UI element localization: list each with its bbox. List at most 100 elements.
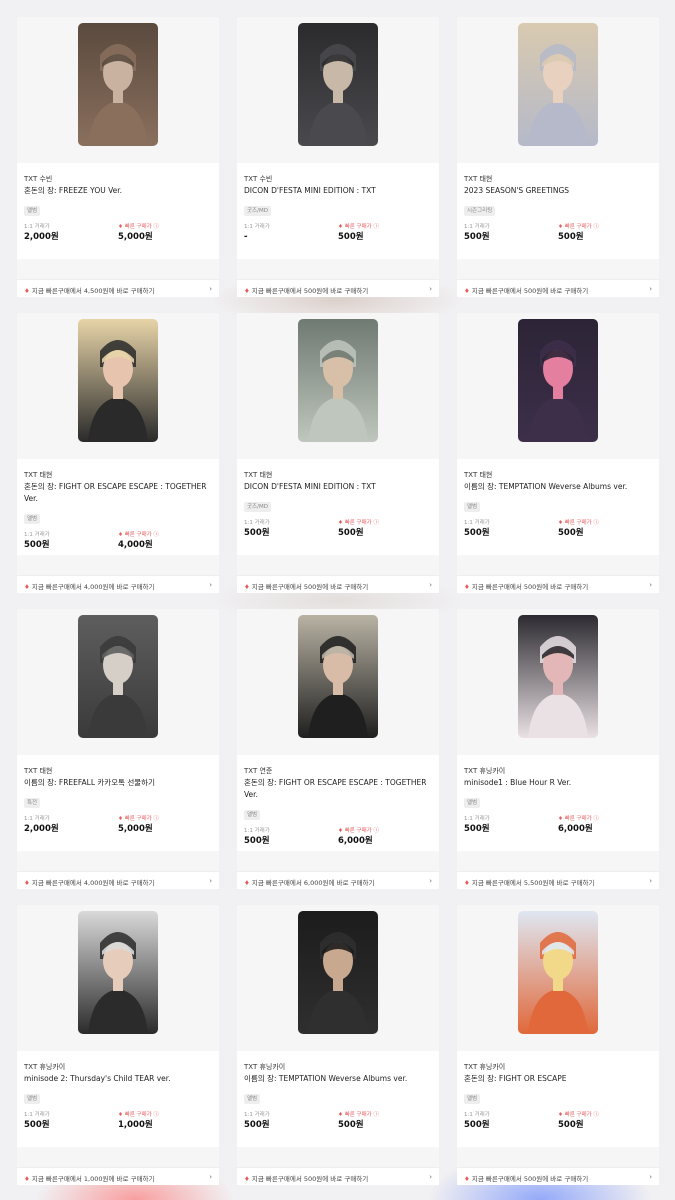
product-card[interactable]: TXT 휴닝카이 minisode1 : Blue Hour R Ver. 앨범… — [457, 609, 659, 889]
category-badge: 앨범 — [464, 1094, 481, 1104]
fire-icon: ♦ — [118, 1112, 123, 1118]
product-card[interactable]: TXT 수빈 혼돈의 장: FREEZE YOU Ver. 앨범 1:1 거래가… — [17, 17, 219, 297]
product-title[interactable]: 이름의 장: TEMPTATION Weverse Albums ver. — [244, 1073, 432, 1085]
product-card[interactable]: TXT 태현 이름의 장: TEMPTATION Weverse Albums … — [457, 313, 659, 593]
quick-buy-label-text: 빠른 구매가 — [344, 520, 372, 526]
quick-buy-banner-text: 지금 빠른구매에서 500원에 바로 구매하기 — [251, 1175, 369, 1183]
photocard-image[interactable] — [298, 319, 378, 442]
product-card[interactable]: TXT 태현 DICON D'FESTA MINI EDITION : TXT … — [237, 313, 439, 593]
quick-buy-banner[interactable]: ♦ 지금 빠른구매에서 4,000원에 바로 구매하기 › — [17, 575, 219, 593]
info-icon[interactable]: ⓘ — [154, 1112, 160, 1118]
quick-buy-banner[interactable]: ♦ 지금 빠른구매에서 500원에 바로 구매하기 › — [237, 279, 439, 297]
product-card[interactable]: TXT 연준 혼돈의 장: FIGHT OR ESCAPE ESCAPE : T… — [237, 609, 439, 889]
photocard-image[interactable] — [78, 23, 158, 146]
quick-buy-price: ♦ 빠른 구매가 ⓘ 6,000원 — [558, 815, 652, 836]
product-card[interactable]: TXT 휴닝카이 혼돈의 장: FIGHT OR ESCAPE 앨범 1:1 거… — [457, 905, 659, 1185]
info-icon[interactable]: ⓘ — [374, 828, 380, 834]
product-title[interactable]: 2023 SEASON'S GREETINGS — [464, 185, 652, 197]
price-row: 1:1 거래가 500원 ♦ 빠른 구매가 ⓘ 6,000원 — [464, 815, 652, 836]
product-image-area[interactable] — [237, 313, 439, 459]
product-info: TXT 휴닝카이 혼돈의 장: FIGHT OR ESCAPE 앨범 1:1 거… — [457, 1051, 659, 1147]
category-badge: 앨범 — [244, 1094, 261, 1104]
product-title[interactable]: minisode1 : Blue Hour R Ver. — [464, 777, 652, 789]
info-icon[interactable]: ⓘ — [374, 1112, 380, 1118]
product-image-area[interactable] — [457, 313, 659, 459]
direct-trade-price: 1:1 거래가 500원 — [464, 519, 558, 540]
product-title[interactable]: 혼돈의 장: FIGHT OR ESCAPE ESCAPE : TOGETHER… — [244, 777, 432, 801]
product-card[interactable]: TXT 휴닝카이 이름의 장: TEMPTATION Weverse Album… — [237, 905, 439, 1185]
quick-buy-label-text: 빠른 구매가 — [564, 1112, 592, 1118]
product-title[interactable]: 혼돈의 장: FIGHT OR ESCAPE ESCAPE : TOGETHER… — [24, 481, 212, 505]
category-badge: 시즌그리팅 — [464, 206, 496, 216]
quick-buy-banner[interactable]: ♦ 지금 빠른구매에서 500원에 바로 구매하기 › — [457, 1167, 659, 1185]
quick-buy-banner[interactable]: ♦ 지금 빠른구매에서 500원에 바로 구매하기 › — [457, 279, 659, 297]
info-icon[interactable]: ⓘ — [594, 520, 600, 526]
quick-buy-label: ♦ 빠른 구매가 ⓘ — [118, 815, 212, 823]
product-image-area[interactable] — [457, 609, 659, 755]
info-icon[interactable]: ⓘ — [154, 224, 160, 230]
product-image-area[interactable] — [237, 905, 439, 1051]
direct-trade-label: 1:1 거래가 — [244, 224, 270, 230]
product-card[interactable]: TXT 수빈 DICON D'FESTA MINI EDITION : TXT … — [237, 17, 439, 297]
quick-buy-banner[interactable]: ♦ 지금 빠른구매에서 6,000원에 바로 구매하기 › — [237, 871, 439, 889]
card-gap — [237, 259, 439, 279]
product-image-area[interactable] — [457, 17, 659, 163]
product-image-area[interactable] — [237, 17, 439, 163]
quick-buy-banner[interactable]: ♦ 지금 빠른구매에서 500원에 바로 구매하기 › — [237, 1167, 439, 1185]
product-title[interactable]: DICON D'FESTA MINI EDITION : TXT — [244, 481, 432, 493]
product-info: TXT 태현 이름의 장: TEMPTATION Weverse Albums … — [457, 459, 659, 555]
photocard-image[interactable] — [518, 911, 598, 1034]
product-image-area[interactable] — [17, 609, 219, 755]
product-title[interactable]: DICON D'FESTA MINI EDITION : TXT — [244, 185, 432, 197]
product-title[interactable]: minisode 2: Thursday's Child TEAR ver. — [24, 1073, 212, 1085]
fire-icon: ♦ — [118, 532, 123, 538]
quick-buy-value: 500원 — [558, 232, 584, 242]
product-image-area[interactable] — [17, 17, 219, 163]
info-icon[interactable]: ⓘ — [374, 224, 380, 230]
product-title[interactable]: 혼돈의 장: FIGHT OR ESCAPE — [464, 1073, 652, 1085]
photocard-image[interactable] — [298, 911, 378, 1034]
photocard-image[interactable] — [518, 615, 598, 738]
product-title[interactable]: 혼돈의 장: FREEZE YOU Ver. — [24, 185, 212, 197]
info-icon[interactable]: ⓘ — [594, 816, 600, 822]
product-image-area[interactable] — [17, 313, 219, 459]
quick-buy-banner[interactable]: ♦ 지금 빠른구매에서 1,000원에 바로 구매하기 › — [17, 1167, 219, 1185]
product-image-area[interactable] — [237, 609, 439, 755]
product-card[interactable]: TXT 태현 혼돈의 장: FIGHT OR ESCAPE ESCAPE : T… — [17, 313, 219, 593]
direct-trade-label: 1:1 거래가 — [24, 816, 50, 822]
price-row: 1:1 거래가 500원 ♦ 빠른 구매가 ⓘ 6,000원 — [244, 827, 432, 848]
product-title[interactable]: 이름의 장: TEMPTATION Weverse Albums ver. — [464, 481, 652, 493]
info-icon[interactable]: ⓘ — [374, 520, 380, 526]
info-icon[interactable]: ⓘ — [154, 532, 160, 538]
photocard-image[interactable] — [518, 23, 598, 146]
info-icon[interactable]: ⓘ — [154, 816, 160, 822]
photocard-image[interactable] — [78, 319, 158, 442]
quick-buy-banner[interactable]: ♦ 지금 빠른구매에서 5,500원에 바로 구매하기 › — [457, 871, 659, 889]
product-image-area[interactable] — [17, 905, 219, 1051]
product-card[interactable]: TXT 태현 2023 SEASON'S GREETINGS 시즌그리팅 1:1… — [457, 17, 659, 297]
photocard-image[interactable] — [78, 615, 158, 738]
price-row: 1:1 거래가 500원 ♦ 빠른 구매가 ⓘ 500원 — [244, 1111, 432, 1132]
info-icon[interactable]: ⓘ — [594, 224, 600, 230]
product-image-area[interactable] — [457, 905, 659, 1051]
direct-trade-label: 1:1 거래가 — [464, 816, 490, 822]
chevron-right-icon: › — [429, 1173, 432, 1181]
info-icon[interactable]: ⓘ — [594, 1112, 600, 1118]
price-row: 1:1 거래가 500원 ♦ 빠른 구매가 ⓘ 500원 — [464, 1111, 652, 1132]
product-info: TXT 수빈 혼돈의 장: FREEZE YOU Ver. 앨범 1:1 거래가… — [17, 163, 219, 259]
product-title[interactable]: 이름의 장: FREEFALL 카카오톡 선물하기 — [24, 777, 212, 789]
quick-buy-value: 500원 — [558, 1120, 584, 1130]
quick-buy-label-text: 빠른 구매가 — [124, 224, 152, 230]
photocard-image[interactable] — [78, 911, 158, 1034]
photocard-image[interactable] — [518, 319, 598, 442]
photocard-image[interactable] — [298, 23, 378, 146]
photocard-image[interactable] — [298, 615, 378, 738]
artist-name: TXT 휴닝카이 — [464, 767, 506, 775]
quick-buy-banner[interactable]: ♦ 지금 빠른구매에서 500원에 바로 구매하기 › — [457, 575, 659, 593]
product-grid: TXT 수빈 혼돈의 장: FREEZE YOU Ver. 앨범 1:1 거래가… — [17, 17, 659, 1185]
quick-buy-banner[interactable]: ♦ 지금 빠른구매에서 500원에 바로 구매하기 › — [237, 575, 439, 593]
product-card[interactable]: TXT 휴닝카이 minisode 2: Thursday's Child TE… — [17, 905, 219, 1185]
product-card[interactable]: TXT 태현 이름의 장: FREEFALL 카카오톡 선물하기 특전 1:1 … — [17, 609, 219, 889]
quick-buy-banner[interactable]: ♦ 지금 빠른구매에서 4,500원에 바로 구매하기 › — [17, 279, 219, 297]
quick-buy-banner[interactable]: ♦ 지금 빠른구매에서 4,000원에 바로 구매하기 › — [17, 871, 219, 889]
